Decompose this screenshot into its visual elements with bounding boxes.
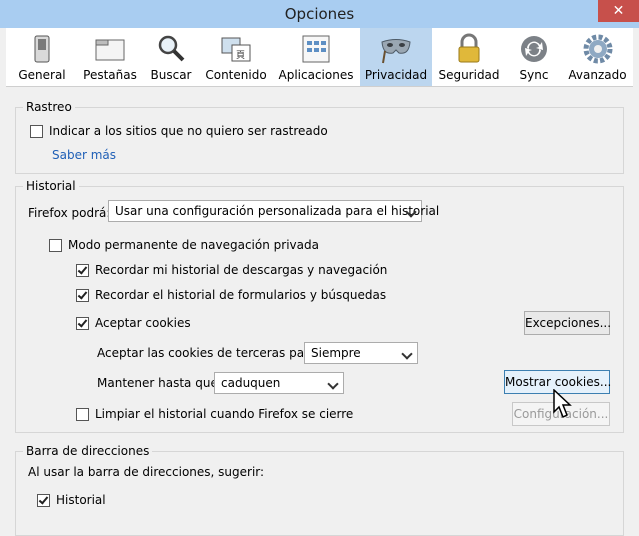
keep-until-label: Mantener hasta que: [97,376,222,390]
tab-label: Pestañas [83,68,137,82]
accept-cookies-checkbox[interactable] [76,317,89,330]
tab-sync[interactable]: Sync [506,28,562,86]
chevron-down-icon [401,348,413,360]
history-legend: Historial [26,179,76,193]
magnifier-icon [158,35,185,62]
mouse-pointer-icon [553,389,572,419]
remember-downloads-checkbox[interactable] [76,264,89,277]
third-party-value: Siempre [311,346,361,360]
tab-label: Avanzado [568,68,627,82]
tab-label: Seguridad [438,68,500,82]
tab-pestanas[interactable]: Pestañas [78,28,142,86]
do-not-track-label: Indicar a los sitios que no quiero ser r… [49,124,328,138]
firefox-will-label: Firefox podrá: [28,206,111,220]
tab-label: Contenido [205,68,267,82]
learn-more-link[interactable]: Saber más [52,148,116,162]
gear-icon [583,34,612,64]
mask-icon [381,39,411,64]
accept-cookies-label: Aceptar cookies [95,316,191,330]
history-suggest-checkbox[interactable] [37,494,50,507]
location-bar-group: Barra de direcciones [15,444,624,536]
third-party-select[interactable]: Siempre [304,342,418,364]
history-mode-select[interactable]: Usar una configuración personalizada par… [108,200,439,222]
sync-icon [521,36,547,62]
preferences-toolbar: General Pestañas Buscar 頁 Contenido Apli… [6,28,633,87]
history-mode-value: Usar una configuración personalizada par… [115,204,440,218]
tracking-legend: Rastreo [26,100,72,114]
third-party-label: Aceptar las cookies de terceras partes: [97,346,332,360]
switch-icon [34,35,50,63]
clear-on-close-checkbox[interactable] [76,408,89,421]
svg-text:頁: 頁 [236,50,245,61]
tab-label: Sync [519,68,549,82]
private-mode-label: Modo permanente de navegación privada [68,238,319,252]
tab-contenido[interactable]: 頁 Contenido [200,28,272,86]
location-bar-legend: Barra de direcciones [26,444,150,458]
applications-icon [302,35,330,63]
remember-downloads-label: Recordar mi historial de descargas y nav… [95,263,388,277]
tab-buscar[interactable]: Buscar [142,28,200,86]
private-mode-checkbox[interactable] [49,239,62,252]
privacy-panel: Rastreo Indicar a los sitios que no quie… [6,87,633,536]
tab-general[interactable]: General [6,28,78,86]
tab-label: Privacidad [364,68,428,82]
keep-until-select[interactable]: caduquen [214,372,344,394]
padlock-icon [458,33,480,63]
remember-forms-label: Recordar el historial de formularios y b… [95,288,387,302]
tab-aplicaciones[interactable]: Aplicaciones [272,28,360,86]
tabs-icon [95,39,125,61]
history-suggest-label: Historial [56,493,106,507]
clear-on-close-label: Limpiar el historial cuando Firefox se c… [95,407,354,421]
tab-label: Buscar [150,68,192,82]
remember-forms-checkbox[interactable] [76,289,89,302]
tab-label: General [18,68,66,82]
do-not-track-checkbox[interactable] [30,125,43,138]
close-button[interactable]: ✕ [598,0,639,22]
exceptions-button[interactable]: Excepciones... [524,311,611,335]
chevron-down-icon [327,378,339,390]
content-icon: 頁 [221,37,251,62]
tab-label: Aplicaciones [278,68,354,82]
tab-seguridad[interactable]: Seguridad [432,28,506,86]
suggest-label: Al usar la barra de direcciones, sugerir… [28,465,265,479]
window-title: Opciones [284,5,355,23]
tab-privacidad[interactable]: Privacidad [360,28,432,86]
keep-until-value: caduquen [221,376,281,390]
tab-avanzado[interactable]: Avanzado [562,28,633,86]
